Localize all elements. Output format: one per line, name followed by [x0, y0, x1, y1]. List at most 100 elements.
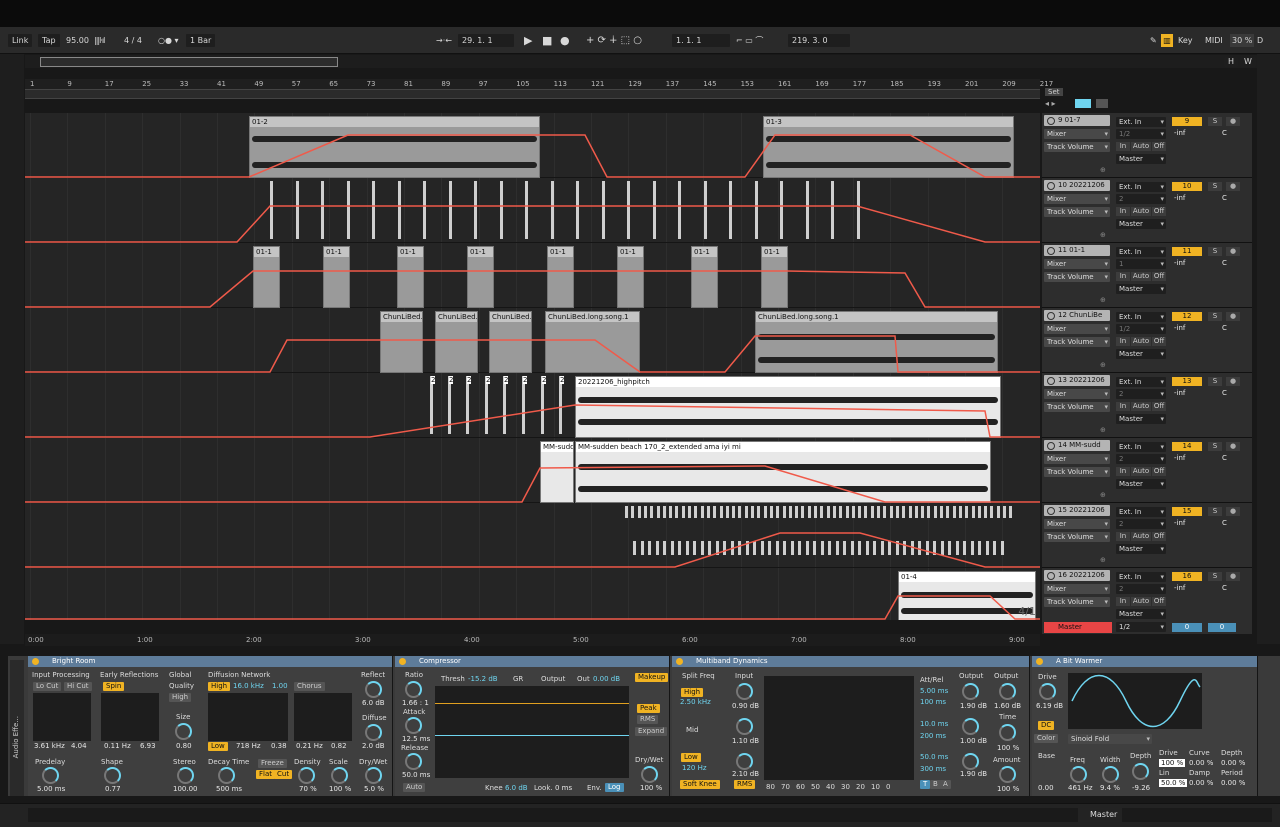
- value[interactable]: 50.0 ms: [402, 771, 430, 779]
- output-select[interactable]: Master: [1116, 414, 1166, 424]
- device-title[interactable]: Bright Room: [28, 656, 392, 667]
- volume-value[interactable]: -inf: [1174, 129, 1185, 137]
- track-activator[interactable]: 12: [1172, 312, 1202, 321]
- monitor-in-button[interactable]: In: [1116, 402, 1130, 411]
- track-header[interactable]: 12 ChunLiBe Mixer Track Volume Ext. In 1/2 In…: [1042, 308, 1252, 373]
- record-icon[interactable]: ●: [560, 34, 570, 47]
- flat-button[interactable]: Flat: [256, 770, 276, 779]
- width-button[interactable]: W: [1240, 57, 1256, 67]
- value[interactable]: 0.80: [176, 742, 192, 750]
- input-channel-select[interactable]: 2: [1116, 389, 1166, 399]
- arm-button[interactable]: ●: [1226, 312, 1240, 321]
- overdub-icon[interactable]: + ⟳ ∔ ⬚ ○: [586, 34, 642, 47]
- track-name[interactable]: 11 01-1: [1044, 245, 1110, 256]
- volume-value[interactable]: -inf: [1174, 389, 1185, 397]
- input-type-select[interactable]: Ext. In: [1116, 117, 1166, 127]
- tempo-field[interactable]: 95.00: [66, 34, 89, 47]
- input-type-select[interactable]: Ext. In: [1116, 507, 1166, 517]
- input-channel-select[interactable]: 2: [1116, 194, 1166, 204]
- value[interactable]: 718 Hz: [236, 742, 261, 750]
- value[interactable]: 0.11 Hz: [104, 742, 131, 750]
- device-title[interactable]: A Bit Warmer: [1032, 656, 1257, 667]
- env-mode-button[interactable]: Log: [605, 783, 624, 792]
- overview-window[interactable]: [40, 57, 338, 67]
- value[interactable]: 0.00 %: [1189, 759, 1213, 767]
- track-name[interactable]: 10 20221206: [1044, 180, 1110, 191]
- value[interactable]: 1.10 dB: [732, 737, 759, 745]
- track-lane-12[interactable]: ChunLiBed. ChunLiBed. ChunLiBed. ChunLiB…: [25, 308, 1040, 373]
- add-lane-icon[interactable]: ⊕: [1100, 426, 1106, 434]
- arm-button[interactable]: ●: [1226, 507, 1240, 516]
- track-activator[interactable]: 15: [1172, 507, 1202, 516]
- add-lane-icon[interactable]: ⊕: [1100, 166, 1106, 174]
- time-ruler[interactable]: [25, 634, 1040, 646]
- value[interactable]: 5.00 ms: [920, 687, 948, 695]
- add-lane-icon[interactable]: ⊕: [1100, 491, 1106, 499]
- volume-envelope[interactable]: [25, 438, 1040, 503]
- a-button[interactable]: A: [940, 780, 951, 789]
- value[interactable]: 0.00 %: [1189, 779, 1213, 787]
- device-select[interactable]: Mixer: [1044, 454, 1110, 464]
- metronome-icon[interactable]: |||l·ıl: [94, 34, 105, 47]
- value[interactable]: 461 Hz: [1068, 784, 1093, 792]
- value[interactable]: 6.0 dB: [505, 784, 528, 792]
- monitor-auto-button[interactable]: Auto: [1131, 337, 1151, 346]
- value[interactable]: 9.4 %: [1100, 784, 1120, 792]
- master-track[interactable]: Master 1/2 0 0: [1042, 621, 1252, 634]
- track-activator[interactable]: 14: [1172, 442, 1202, 451]
- input-mid-knob[interactable]: [736, 718, 753, 735]
- pan-value[interactable]: C: [1222, 584, 1227, 592]
- chorus-button[interactable]: Chorus: [294, 682, 325, 691]
- loop-icons[interactable]: ⌐ ▭ ⌒: [736, 34, 763, 47]
- track-header[interactable]: 15 20221206 Mixer Track Volume Ext. In 2 InAu…: [1042, 503, 1252, 568]
- shaper-type-select[interactable]: Sinoid Fold: [1068, 734, 1152, 744]
- value[interactable]: 100 %: [997, 744, 1019, 752]
- quality-select[interactable]: High: [169, 693, 192, 702]
- size-knob[interactable]: [175, 723, 192, 740]
- volume-envelope[interactable]: [25, 178, 1040, 243]
- track-name[interactable]: 13 20221206: [1044, 375, 1110, 386]
- value[interactable]: 16.0 kHz: [233, 682, 264, 690]
- compressor-display[interactable]: [435, 686, 629, 778]
- value[interactable]: 0.00 dB: [593, 675, 620, 683]
- input-type-select[interactable]: Ext. In: [1116, 312, 1166, 322]
- value[interactable]: 0 ms: [555, 784, 572, 792]
- input-type-select[interactable]: Ext. In: [1116, 377, 1166, 387]
- monitor-in-button[interactable]: In: [1116, 337, 1130, 346]
- volume-envelope[interactable]: [25, 373, 1040, 438]
- loop-brace[interactable]: [25, 89, 1040, 99]
- arm-button[interactable]: ●: [1226, 182, 1240, 191]
- output-select[interactable]: Master: [1116, 219, 1166, 229]
- monitor-off-button[interactable]: Off: [1152, 272, 1166, 281]
- monitor-auto-button[interactable]: Auto: [1131, 597, 1151, 606]
- rms-button[interactable]: RMS: [734, 780, 756, 789]
- track-name[interactable]: 16 20221206: [1044, 570, 1110, 581]
- track-name[interactable]: 12 ChunLiBe: [1044, 310, 1110, 321]
- volume-value[interactable]: -inf: [1174, 519, 1185, 527]
- width-knob[interactable]: [1102, 766, 1119, 783]
- hi-cut-button[interactable]: Hi Cut: [64, 682, 92, 691]
- input-channel-select[interactable]: 1/2: [1116, 324, 1166, 334]
- value[interactable]: 70 %: [299, 785, 317, 793]
- track-header[interactable]: 13 20221206 Mixer Track Volume Ext. In 2 InAu…: [1042, 373, 1252, 438]
- follow-icon[interactable]: →·←: [436, 34, 452, 47]
- draw-mode-icon[interactable]: ✎: [1150, 34, 1157, 47]
- volume-value[interactable]: -inf: [1174, 324, 1185, 332]
- value[interactable]: 0.21 Hz: [296, 742, 323, 750]
- output-select[interactable]: Master: [1116, 479, 1166, 489]
- track-header[interactable]: 10 20221206 Mixer Track Volume Ext. In 2 InAu…: [1042, 178, 1252, 243]
- track-name[interactable]: 14 MM-sudd: [1044, 440, 1110, 451]
- bar-ruler[interactable]: [25, 79, 1040, 89]
- output-select[interactable]: Master: [1116, 349, 1166, 359]
- midi-button[interactable]: MIDI: [1205, 34, 1223, 47]
- value[interactable]: 120 Hz: [682, 764, 707, 772]
- auto-release-button[interactable]: Auto: [403, 783, 426, 792]
- input-channel-select[interactable]: 1/2: [1116, 129, 1166, 139]
- value[interactable]: 200 ms: [920, 732, 946, 740]
- param-select[interactable]: Track Volume: [1044, 337, 1110, 347]
- value[interactable]: 3.61 kHz: [34, 742, 65, 750]
- input-channel-select[interactable]: 2: [1116, 584, 1166, 594]
- track-lane-16[interactable]: 01-4: [25, 568, 1040, 620]
- monitor-in-button[interactable]: In: [1116, 597, 1130, 606]
- cut-button[interactable]: Cut: [274, 770, 293, 779]
